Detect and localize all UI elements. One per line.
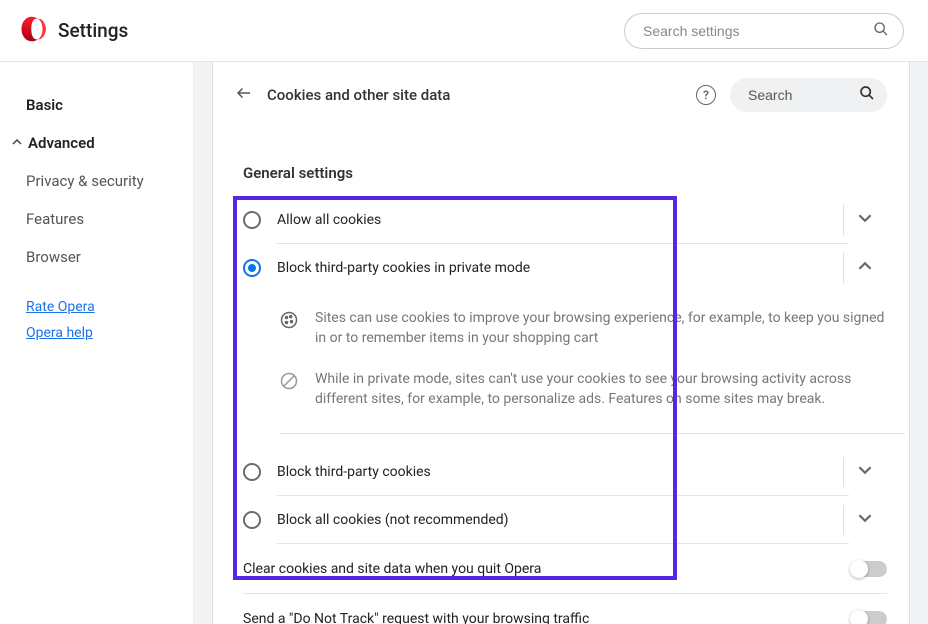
opera-logo-icon	[18, 15, 46, 47]
section-label: General settings	[213, 120, 909, 182]
back-button[interactable]	[235, 84, 253, 107]
option-label: Allow all cookies	[277, 212, 843, 228]
advanced-label: Advanced	[28, 134, 95, 152]
toggle-label: Clear cookies and site data when you qui…	[243, 561, 851, 577]
sidebar-item-basic[interactable]: Basic	[0, 86, 193, 124]
sidebar: Basic Advanced Privacy & security Featur…	[0, 62, 194, 624]
search-icon	[873, 21, 889, 41]
option-block-all[interactable]: Block all cookies (not recommended)	[213, 496, 909, 544]
option-block-third[interactable]: Block third-party cookies	[213, 448, 909, 496]
toggle-do-not-track: Send a "Do Not Track" request with your …	[213, 594, 909, 624]
sidebar-item-advanced[interactable]: Advanced	[0, 124, 193, 162]
chevron-up-icon[interactable]	[858, 259, 872, 277]
radio-icon	[243, 211, 261, 229]
radio-icon-selected	[243, 259, 261, 277]
block-icon	[279, 371, 299, 391]
page-title: Cookies and other site data	[267, 86, 682, 104]
sidebar-item-features[interactable]: Features	[0, 200, 193, 238]
radio-icon	[243, 463, 261, 481]
detail-text: Sites can use cookies to improve your br…	[315, 308, 887, 349]
help-icon[interactable]: ?	[696, 85, 716, 105]
option-details: Sites can use cookies to improve your br…	[213, 292, 909, 448]
toggle-clear-on-quit: Clear cookies and site data when you qui…	[213, 544, 909, 594]
option-label: Block third-party cookies in private mod…	[277, 260, 843, 276]
chevron-down-icon[interactable]	[858, 211, 872, 229]
sidebar-item-privacy[interactable]: Privacy & security	[0, 162, 193, 200]
toggle-switch[interactable]	[851, 611, 887, 624]
cookie-icon	[279, 310, 299, 330]
option-label: Block third-party cookies	[277, 464, 843, 480]
radio-icon	[243, 511, 261, 529]
option-label: Block all cookies (not recommended)	[277, 512, 843, 528]
sidebar-link-help[interactable]: Opera help	[0, 320, 193, 346]
sidebar-item-browser[interactable]: Browser	[0, 238, 193, 276]
toggle-switch[interactable]	[851, 561, 887, 577]
global-search[interactable]	[624, 13, 904, 49]
local-search[interactable]	[730, 78, 887, 112]
detail-text: While in private mode, sites can't use y…	[315, 369, 887, 410]
search-icon	[859, 85, 875, 105]
chevron-down-icon[interactable]	[858, 463, 872, 481]
sidebar-link-rate[interactable]: Rate Opera	[0, 294, 193, 320]
option-block-third-private[interactable]: Block third-party cookies in private mod…	[213, 244, 909, 292]
app-title: Settings	[58, 19, 128, 42]
option-allow-all[interactable]: Allow all cookies	[213, 196, 909, 244]
global-search-input[interactable]	[643, 23, 863, 39]
chevron-down-icon[interactable]	[858, 511, 872, 529]
toggle-label: Send a "Do Not Track" request with your …	[243, 611, 851, 624]
local-search-input[interactable]	[748, 87, 859, 103]
caret-up-icon	[10, 137, 24, 150]
